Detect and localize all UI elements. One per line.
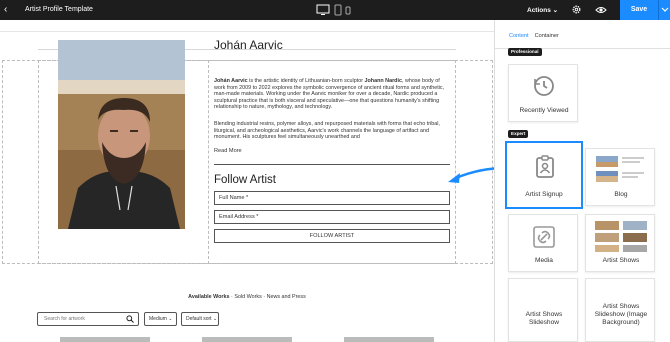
artist-bio-paragraph-1: Johán Aarvic is the artistic identity of…	[214, 78, 450, 111]
blog-widget[interactable]: Blog	[585, 148, 655, 206]
card-label: Artist Signup	[525, 191, 563, 198]
card-label: Artist Shows	[602, 303, 640, 310]
actions-label: Actions	[527, 7, 551, 14]
save-button[interactable]: Save	[620, 0, 658, 20]
recently-viewed-widget[interactable]: Recently Viewed	[508, 64, 578, 122]
blog-thumbnail-icon	[596, 156, 644, 182]
artist-signup-widget[interactable]: Artist Signup	[505, 141, 583, 209]
artist-shows-slideshow-image-background-widget[interactable]: Artist Shows Slideshow (Image Background…	[585, 278, 655, 342]
tab-content[interactable]: Content	[509, 33, 529, 39]
id-badge-icon	[536, 155, 554, 178]
card-label: Media	[535, 257, 553, 264]
preview-eye-icon[interactable]	[595, 5, 607, 15]
chevron-down-icon	[661, 7, 669, 12]
artist-name: Johán Aarvic	[214, 38, 283, 52]
bio-sculptor-name: Johann Nardic	[364, 78, 402, 84]
link-icon	[533, 226, 555, 248]
history-clock-icon	[534, 76, 554, 96]
full-name-field[interactable]: Full Name *	[214, 191, 450, 205]
search-icon	[126, 315, 134, 323]
column-divider	[208, 60, 209, 264]
panel-tabs: Content Container	[509, 33, 559, 39]
card-label: Slideshow	[528, 319, 560, 326]
artist-portrait-image	[58, 40, 185, 229]
artist-shows-widget[interactable]: Artist Shows	[585, 214, 655, 272]
divider	[0, 31, 494, 32]
email-field[interactable]: Email Address *	[214, 210, 450, 224]
card-label: Blog	[614, 191, 628, 198]
read-more-link[interactable]: Read More	[214, 148, 242, 154]
artist-shows-slideshow-widget[interactable]: Artist Shows Slideshow	[508, 278, 578, 342]
actions-menu[interactable]: Actions ⌄	[527, 6, 558, 14]
artwork-thumbnail[interactable]	[202, 337, 292, 342]
follow-artist-heading: Follow Artist	[214, 174, 276, 186]
tab-available-works[interactable]: Available Works	[188, 294, 229, 300]
divider	[214, 164, 450, 165]
chevron-down-icon: ⌄	[552, 7, 559, 14]
medium-select-value: Medium	[149, 316, 167, 322]
tablet-view-icon[interactable]	[334, 4, 342, 16]
sort-select[interactable]: Default sort ⌄	[181, 312, 219, 326]
bio-artist-name: Johán Aarvic	[214, 78, 248, 84]
mobile-view-icon[interactable]	[345, 4, 351, 16]
card-label: Background)	[602, 319, 640, 326]
widget-panel: Content Container Professional Recently V…	[494, 20, 670, 342]
chevron-down-icon: ⌄	[212, 316, 218, 322]
tab-container[interactable]: Container	[535, 33, 559, 39]
tab-sold-works[interactable]: Sold Works	[234, 294, 261, 300]
save-dropdown-button[interactable]	[658, 0, 670, 20]
sort-select-value: Default sort	[186, 316, 212, 322]
media-widget[interactable]: Media	[508, 214, 578, 272]
card-label: Recently Viewed	[519, 107, 569, 114]
gear-icon[interactable]	[571, 4, 582, 15]
card-label: Artist Shows	[602, 257, 640, 264]
follow-artist-button[interactable]: FOLLOW ARTIST	[214, 229, 450, 243]
back-arrow-icon[interactable]: ‹	[4, 4, 14, 16]
bio-text: is the artistic identity of Lithuanian-b…	[247, 78, 365, 84]
medium-select[interactable]: Medium ⌄	[144, 312, 177, 326]
search-input[interactable]: Search for artwork	[37, 312, 139, 326]
card-label: Artist Shows	[525, 311, 563, 318]
card-label: Slideshow (Image	[594, 311, 648, 318]
expert-badge: Expert	[508, 130, 529, 138]
professional-badge: Professional	[508, 48, 542, 56]
tab-news-and-press[interactable]: News and Press	[267, 294, 306, 300]
artwork-thumbnail[interactable]	[60, 337, 150, 342]
desktop-view-icon[interactable]	[316, 4, 330, 16]
search-placeholder: Search for artwork	[44, 316, 85, 322]
artist-bio-paragraph-2: Blending industrial resins, polymer allo…	[214, 121, 440, 141]
works-tabs: Available Works · Sold Works · News and …	[0, 294, 494, 300]
shows-thumbnail-icon	[595, 221, 647, 252]
top-bar: ‹ Artist Profile Template Actions ⌄ Save	[0, 0, 670, 20]
chevron-down-icon: ⌄	[168, 316, 173, 322]
artwork-thumbnail[interactable]	[344, 337, 434, 342]
template-title: Artist Profile Template	[25, 6, 93, 13]
